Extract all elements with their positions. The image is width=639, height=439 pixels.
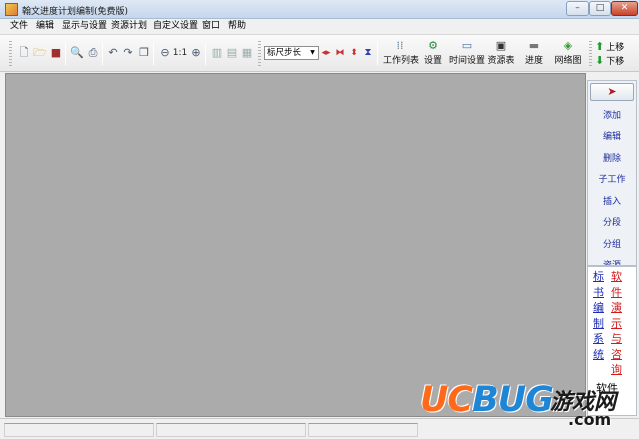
minimize-button[interactable]: – <box>566 1 589 16</box>
ruler-extend-icon[interactable]: ⧓ <box>333 46 347 60</box>
arrow-down-icon: ⬇ <box>595 54 605 67</box>
redo-icon[interactable]: ↷ <box>121 46 135 60</box>
right-tool-panel: ➤ 添加 编辑 删除 子工作 插入 分段 分组 资源 <box>587 80 637 266</box>
move-up-button[interactable]: ⬆ 上移 <box>595 40 639 53</box>
panel-group[interactable]: 分组 <box>588 237 636 250</box>
network-diagram-icon: ◈ <box>563 39 573 52</box>
layout-icon-3[interactable]: ▦ <box>240 46 254 60</box>
panel-delete[interactable]: 删除 <box>588 151 636 164</box>
toolbar: 🗋 🗁 ■ 🔍 ⎙ ↶ ↷ ❐ ⊖ 1:1 ⊕ ▥ ▤ ▦ ◂▸ ⧓ ⬍ ⧗ ⁞… <box>0 34 639 72</box>
arrow-up-icon: ⬆ <box>595 40 605 53</box>
print-preview-icon[interactable]: 🔍 <box>70 46 84 60</box>
panel-resource[interactable]: 资源 <box>588 258 636 265</box>
panel-add[interactable]: 添加 <box>588 108 636 121</box>
save-icon[interactable]: ■ <box>49 46 63 60</box>
time-settings-icon: ▭ <box>461 39 473 52</box>
layout-icon-1[interactable]: ▥ <box>210 46 224 60</box>
settings-button[interactable]: ⚙ 设置 <box>421 40 445 70</box>
menu-bar: 文件 编辑 显示与设置 资源计划 自定义设置 窗口 帮助 <box>0 19 639 34</box>
chevron-down-icon: ▼ <box>310 49 315 56</box>
task-list-button[interactable]: ⁞⁞ 工作列表 <box>383 39 419 70</box>
move-up-down-group: ⬆ 上移 ⬇ 下移 <box>595 40 639 68</box>
ruler-left-right-icon[interactable]: ◂▸ <box>319 46 333 60</box>
title-bar: 翰文进度计划编制(免费版) – □ ✕ <box>0 0 639 19</box>
status-cell-3 <box>308 423 418 437</box>
app-icon <box>5 3 18 16</box>
progress-icon: ▬ <box>528 39 540 52</box>
network-diagram-button[interactable]: ◈ 网络图 <box>553 40 583 70</box>
print-icon[interactable]: ⎙ <box>86 46 100 60</box>
layout-icon-2[interactable]: ▤ <box>225 46 239 60</box>
demo-consult-link[interactable]: 软件演示与咨询 <box>611 269 623 378</box>
work-area[interactable] <box>5 73 586 417</box>
panel-edit[interactable]: 编辑 <box>588 129 636 142</box>
pointer-tool-button[interactable]: ➤ <box>590 83 634 101</box>
bid-system-link[interactable]: 标书编制系统 <box>593 269 605 362</box>
zoom-reset-button[interactable]: 1:1 <box>172 46 188 60</box>
copy-icon[interactable]: ❐ <box>137 46 151 60</box>
maximize-button[interactable]: □ <box>589 1 611 16</box>
hourglass-icon[interactable]: ⧗ <box>361 46 375 60</box>
zoom-out-icon[interactable]: ⊖ <box>158 46 172 60</box>
watermark-logo: UCBUG 游戏网 .com <box>420 378 636 436</box>
menu-file[interactable]: 文件 <box>10 21 28 32</box>
open-folder-icon[interactable]: 🗁 <box>33 46 47 60</box>
window-title: 翰文进度计划编制(免费版) <box>22 7 129 17</box>
resource-table-button[interactable]: ▣ 资源表 <box>487 40 515 70</box>
zoom-in-icon[interactable]: ⊕ <box>189 46 203 60</box>
menu-display-settings[interactable]: 显示与设置 <box>62 21 107 32</box>
undo-icon[interactable]: ↶ <box>106 46 120 60</box>
panel-segment[interactable]: 分段 <box>588 215 636 228</box>
settings-icon: ⚙ <box>428 39 438 52</box>
menu-edit[interactable]: 编辑 <box>36 21 54 32</box>
panel-insert[interactable]: 插入 <box>588 194 636 207</box>
status-cell-1 <box>4 423 154 437</box>
menu-custom-settings[interactable]: 自定义设置 <box>153 21 198 32</box>
pointer-icon: ➤ <box>607 85 617 98</box>
close-button[interactable]: ✕ <box>611 1 638 16</box>
watermark-domain: .com <box>568 410 612 429</box>
new-file-icon[interactable]: 🗋 <box>17 46 31 60</box>
panel-subtask[interactable]: 子工作 <box>588 172 636 185</box>
menu-resource-plan[interactable]: 资源计划 <box>111 21 147 32</box>
status-cell-2 <box>156 423 306 437</box>
toolbar-grip[interactable] <box>9 41 12 67</box>
watermark-brand: UCBUG <box>420 380 554 420</box>
progress-button[interactable]: ▬ 进度 <box>523 40 545 70</box>
move-down-button[interactable]: ⬇ 下移 <box>595 54 639 67</box>
time-settings-button[interactable]: ▭ 时间设置 <box>449 40 485 70</box>
task-list-icon: ⁞⁞ <box>396 39 404 52</box>
menu-window[interactable]: 窗口 <box>202 21 220 32</box>
menu-help[interactable]: 帮助 <box>228 21 246 32</box>
ruler-up-down-icon[interactable]: ⬍ <box>347 46 361 60</box>
ruler-step-select[interactable]: 标尺步长 ▼ <box>264 46 319 60</box>
resource-table-icon: ▣ <box>495 39 507 52</box>
